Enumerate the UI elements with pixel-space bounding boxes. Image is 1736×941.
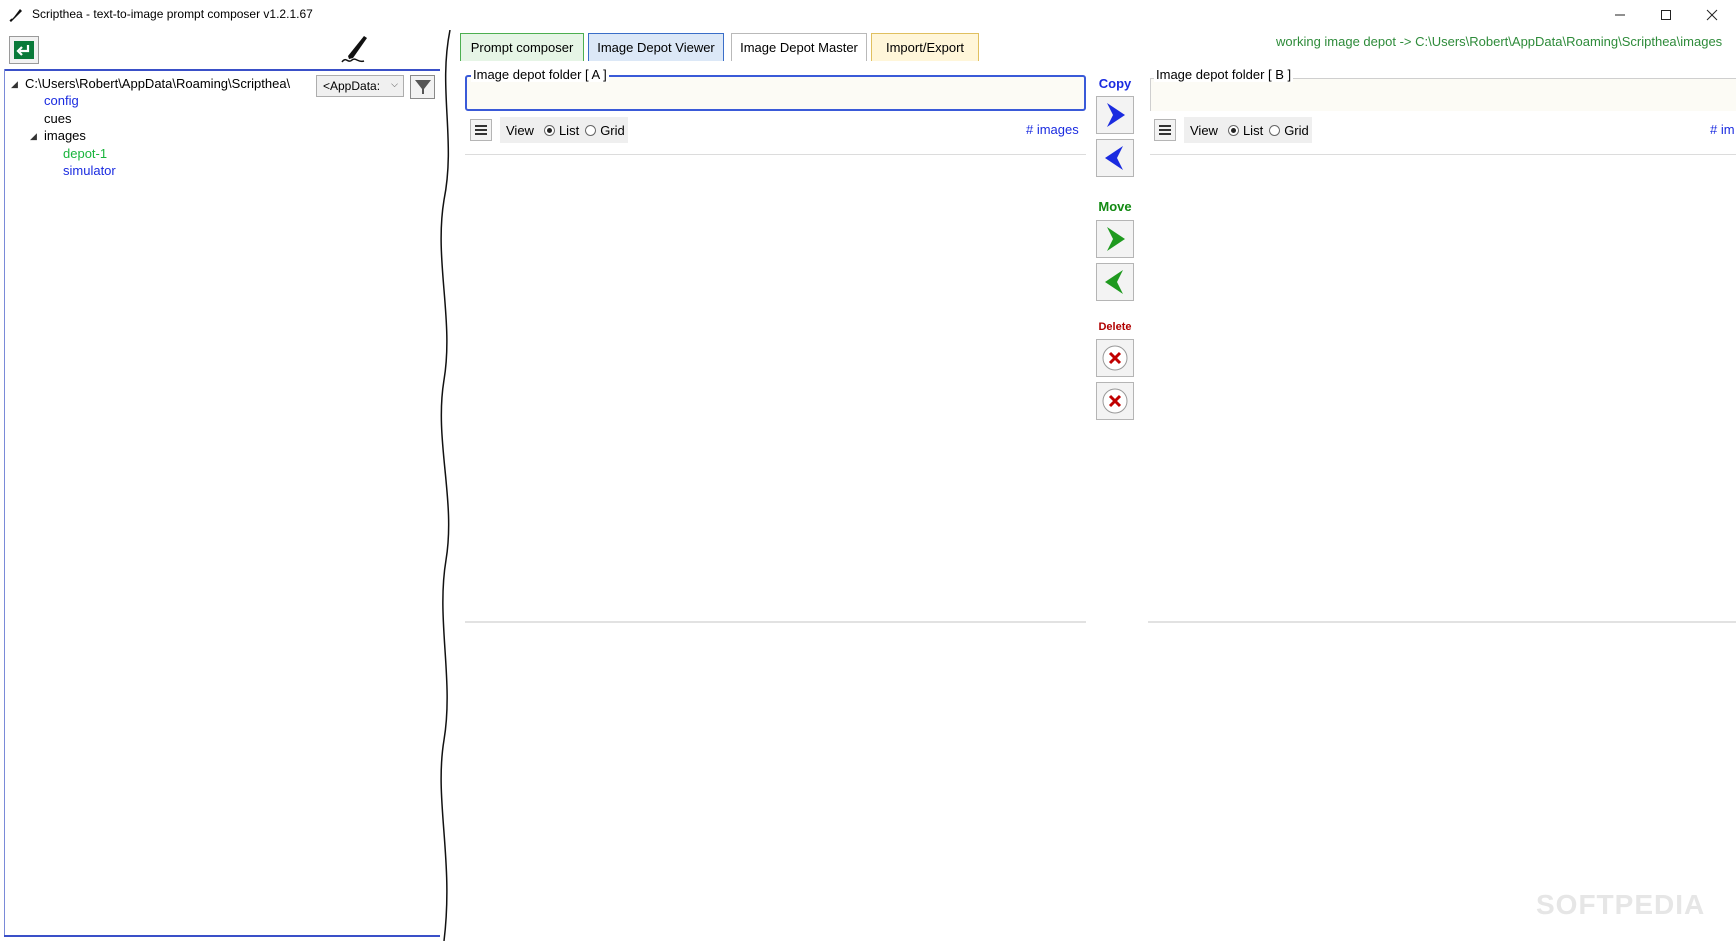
left-panel-top-border: [4, 69, 440, 71]
location-select-value: <AppData:: [323, 79, 381, 93]
hamburger-icon: [475, 125, 487, 135]
delete-b-button[interactable]: [1096, 382, 1134, 420]
grid-radio[interactable]: [1269, 124, 1281, 136]
list-label: List: [1242, 122, 1264, 138]
move-right-button[interactable]: [1096, 220, 1134, 258]
move-arrow-right-icon: [1107, 227, 1125, 251]
tree-item-config[interactable]: config: [44, 93, 79, 108]
panel-a-view-group: View List Grid: [500, 117, 628, 143]
minimize-icon: [1615, 14, 1625, 16]
close-button[interactable]: [1689, 0, 1735, 30]
tab-prompt-composer[interactable]: Prompt composer: [460, 33, 584, 61]
location-select[interactable]: <AppData: ⌵: [316, 75, 404, 97]
left-panel-bottom-border: [4, 935, 440, 937]
panel-splitter[interactable]: [430, 30, 460, 941]
tree-item-simulator[interactable]: simulator: [63, 163, 116, 178]
panel-b-view-group: View List Grid: [1184, 117, 1312, 143]
tree-item-images[interactable]: images: [44, 128, 86, 143]
view-label: View: [506, 122, 534, 138]
tree-item-cues[interactable]: cues: [44, 111, 71, 126]
app-quill-icon: [8, 7, 24, 23]
quill-pen-icon: [334, 32, 374, 68]
copy-arrow-left-icon: [1105, 146, 1123, 170]
folder-b-label: Image depot folder [ B ]: [1154, 67, 1294, 82]
left-panel-left-border: [4, 69, 5, 937]
move-arrow-left-icon: [1105, 270, 1123, 294]
list-radio[interactable]: [1227, 124, 1239, 136]
hamburger-icon: [1159, 125, 1171, 135]
window-title: Scripthea - text-to-image prompt compose…: [32, 7, 313, 21]
close-icon: [1706, 9, 1718, 21]
copy-label: Copy: [1098, 76, 1132, 91]
panel-a-bottom-divider: [465, 621, 1086, 623]
copy-arrow-right-icon: [1107, 103, 1125, 127]
panel-a-image-count-link[interactable]: # images: [1026, 122, 1079, 137]
tab-image-depot-master[interactable]: Image Depot Master: [731, 33, 867, 61]
grid-label: Grid: [1284, 122, 1309, 138]
folder-a-label: Image depot folder [ A ]: [471, 67, 609, 82]
list-radio[interactable]: [543, 124, 555, 136]
folder-b-input[interactable]: [1150, 78, 1736, 111]
move-label: Move: [1098, 199, 1132, 214]
move-left-button[interactable]: [1096, 263, 1134, 301]
funnel-icon: [414, 80, 431, 94]
delete-x-icon: [1102, 388, 1128, 414]
list-label: List: [558, 122, 580, 138]
expand-triangle-icon[interactable]: ◢: [11, 79, 18, 90]
minimize-button[interactable]: [1597, 0, 1643, 30]
return-arrow-icon: [14, 41, 34, 59]
tab-import-export[interactable]: Import/Export: [871, 33, 979, 61]
panel-a-header-divider: [465, 154, 1086, 155]
tree-root-path[interactable]: C:\Users\Robert\AppData\Roaming\Scripthe…: [25, 76, 290, 91]
tab-image-depot-viewer[interactable]: Image Depot Viewer: [588, 33, 724, 61]
delete-a-button[interactable]: [1096, 339, 1134, 377]
panel-b-bottom-divider: [1148, 621, 1736, 623]
watermark: SOFTPEDIA: [1536, 889, 1706, 920]
copy-right-button[interactable]: [1096, 96, 1134, 134]
grid-label: Grid: [600, 122, 625, 138]
copy-left-button[interactable]: [1096, 139, 1134, 177]
expand-triangle-icon[interactable]: ◢: [30, 131, 37, 142]
delete-label: Delete: [1098, 321, 1132, 333]
back-button[interactable]: [9, 36, 39, 64]
panel-b-image-count-link[interactable]: # im: [1710, 122, 1735, 137]
panel-b-menu-button[interactable]: [1154, 119, 1176, 141]
maximize-button[interactable]: [1643, 0, 1689, 30]
delete-x-icon: [1102, 345, 1128, 371]
panel-a-menu-button[interactable]: [470, 119, 492, 141]
panel-b-header-divider: [1150, 154, 1736, 155]
working-depot-path: working image depot -> C:\Users\Robert\A…: [1276, 34, 1723, 49]
view-label: View: [1190, 122, 1218, 138]
tree-item-depot-1[interactable]: depot-1: [63, 146, 107, 161]
maximize-icon: [1661, 10, 1671, 20]
grid-radio[interactable]: [585, 124, 597, 136]
chevron-down-icon: ⌵: [391, 79, 398, 89]
